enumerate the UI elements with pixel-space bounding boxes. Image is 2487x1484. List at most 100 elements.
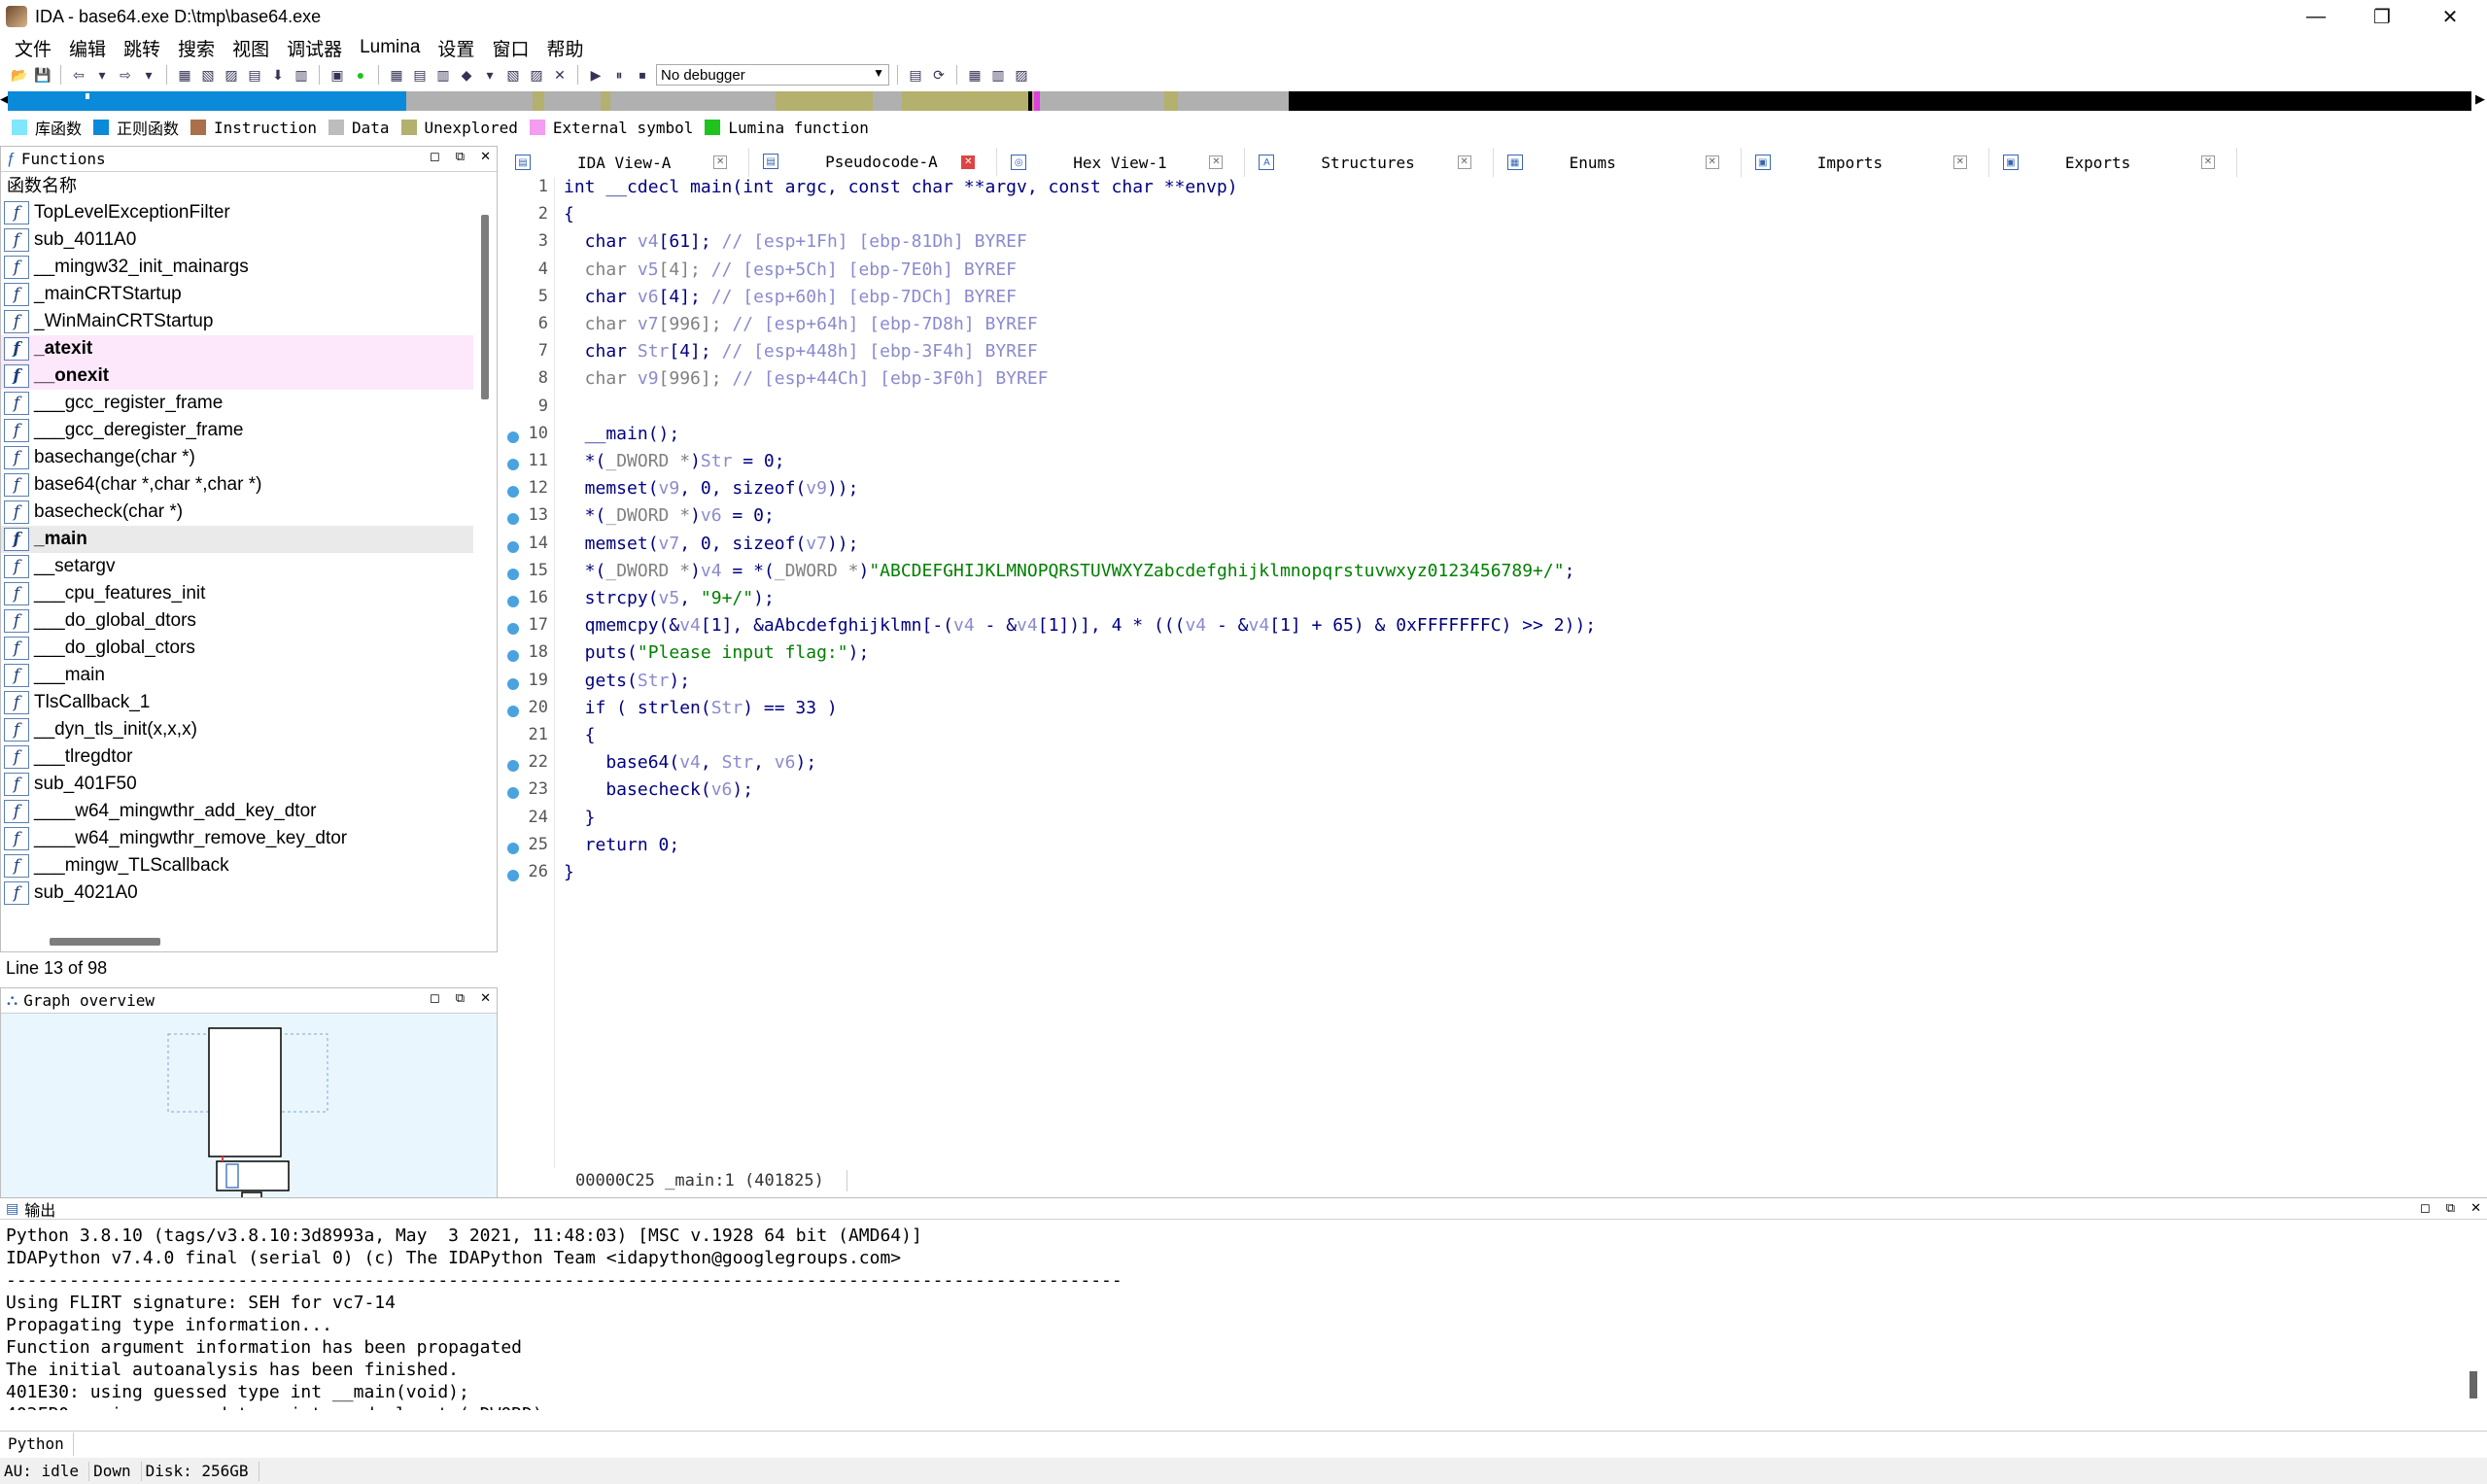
breakpoint-marker-icon[interactable] — [507, 760, 519, 773]
function-list-item[interactable]: f ____w64_mingwthr_add_key_dtor — [1, 798, 473, 825]
jump-down-icon[interactable]: ⬇ — [268, 65, 288, 85]
code-line[interactable]: { — [564, 725, 596, 745]
text-search-icon[interactable]: ▧ — [198, 65, 218, 85]
breakpoint-marker-icon[interactable] — [507, 540, 519, 553]
graph-node[interactable] — [225, 1163, 239, 1189]
function-list-item[interactable]: f ___do_global_ctors — [1, 635, 473, 662]
enum-icon[interactable]: ▥ — [433, 65, 453, 85]
menu-search[interactable]: 搜索 — [169, 35, 224, 61]
pause-icon[interactable]: ⏸ — [609, 65, 629, 85]
immediate-search-icon[interactable]: ▨ — [222, 65, 241, 85]
function-list-item[interactable]: f TopLevelExceptionFilter — [1, 199, 473, 226]
bookmark-icon[interactable]: ▦ — [965, 65, 984, 85]
graph-icon[interactable]: ▣ — [328, 65, 347, 85]
menu-help[interactable]: 帮助 — [537, 35, 592, 61]
panel-close-icon[interactable]: ✕ — [480, 990, 491, 1006]
tab-imports[interactable]: ▣ Imports ✕ — [1741, 148, 1989, 177]
code-line[interactable]: } — [564, 808, 596, 828]
function-list-item[interactable]: f ___main — [1, 662, 473, 689]
code-line[interactable]: char v6[4]; // [esp+60h] [ebp-7DCh] BYRE… — [564, 287, 1017, 307]
breakpoint-marker-icon[interactable] — [507, 513, 519, 526]
dropdown-icon[interactable]: ▾ — [480, 65, 500, 85]
panel-pin-icon[interactable]: ⧉ — [456, 990, 465, 1006]
restore-button[interactable]: ❐ — [2352, 0, 2412, 33]
tab-close-icon[interactable]: ✕ — [2200, 155, 2215, 169]
function-list-item[interactable]: f _mainCRTStartup — [1, 281, 473, 308]
breakpoint-marker-icon[interactable] — [507, 870, 519, 881]
line-number-gutter[interactable]: 1 2 3 4 5 6 7 8 9 10 11 12 13 14 15 16 17 18 19 20 21 22 23 24 2… — [501, 177, 555, 1168]
panel-pin-icon[interactable]: ⧉ — [456, 149, 465, 164]
panel-float-icon[interactable]: ◻ — [430, 149, 440, 164]
close-button[interactable]: ✕ — [2420, 0, 2480, 33]
function-list-item[interactable]: f ___cpu_features_init — [1, 580, 473, 607]
tab-structures[interactable]: A Structures ✕ — [1245, 148, 1494, 177]
code-line[interactable]: memset(v7, 0, sizeof(v7)); — [564, 534, 859, 554]
code-line[interactable]: *(_DWORD *)Str = 0; — [564, 451, 785, 471]
breakpoint-marker-icon[interactable] — [507, 623, 519, 636]
breakpoint-marker-icon[interactable] — [507, 486, 519, 499]
panel-close-icon[interactable]: ✕ — [480, 149, 491, 164]
bytes-icon[interactable]: ▦ — [387, 65, 406, 85]
forward-icon[interactable]: ⇨ — [116, 65, 135, 85]
code-icon[interactable]: ▤ — [245, 65, 264, 85]
output-vertical-scrollbar[interactable] — [2468, 1225, 2479, 1410]
code-line[interactable]: puts("Please input flag:"); — [564, 642, 870, 663]
breakpoint-marker-icon[interactable] — [507, 677, 519, 690]
patch-icon[interactable]: ▧ — [503, 65, 523, 85]
functions-vertical-scrollbar[interactable] — [475, 199, 493, 909]
binary-search-icon[interactable]: ▦ — [175, 65, 194, 85]
function-list-item[interactable]: f sub_4021A0 — [1, 880, 473, 907]
tab-hex-view-1[interactable]: ◎ Hex View-1 ✕ — [997, 148, 1246, 177]
code-line[interactable]: char Str[4]; // [esp+448h] [ebp-3F4h] BY… — [564, 341, 1038, 362]
function-list-item[interactable]: f TlsCallback_1 — [1, 689, 473, 716]
function-list-item[interactable]: f ___mingw_TLScallback — [1, 852, 473, 880]
play-icon[interactable]: ▶ — [586, 65, 605, 85]
function-list-item[interactable]: f ___do_global_dtors — [1, 607, 473, 635]
tab-close-icon[interactable]: ✕ — [1209, 155, 1224, 169]
breakpoint-marker-icon[interactable] — [507, 705, 519, 717]
functions-horizontal-scrollbar[interactable] — [5, 934, 471, 948]
function-list-item[interactable]: f basechange(char *) — [1, 444, 473, 471]
lumina-icon[interactable]: ● — [351, 65, 370, 85]
breakpoint-marker-icon[interactable] — [507, 568, 519, 580]
python-command-input[interactable] — [74, 1432, 2487, 1456]
code-line[interactable]: char v9[996]; // [esp+44Ch] [ebp-3F0h] B… — [564, 368, 1049, 389]
code-line[interactable]: char v4[61]; // [esp+1Fh] [ebp-81Dh] BYR… — [564, 231, 1027, 252]
function-list-item[interactable]: f _atexit — [1, 335, 473, 362]
tab-enums[interactable]: ▦ Enums ✕ — [1493, 148, 1742, 177]
code-line[interactable]: char v7[996]; // [esp+64h] [ebp-7D8h] BY… — [564, 314, 1038, 334]
trace-icon[interactable]: ▤ — [906, 65, 925, 85]
breakpoint-icon[interactable]: ◆ — [457, 65, 476, 85]
graph-overview-canvas[interactable] — [1, 1014, 497, 1198]
function-list-item[interactable]: f ___gcc_register_frame — [1, 390, 473, 417]
tab-close-icon[interactable]: ✕ — [961, 155, 976, 169]
function-list-item[interactable]: f base64(char *,char *,char *) — [1, 471, 473, 499]
back-icon[interactable]: ⇦ — [69, 65, 88, 85]
code-line[interactable]: memset(v9, 0, sizeof(v9)); — [564, 478, 859, 499]
function-name-column-header[interactable]: 函数名称 — [1, 172, 497, 197]
cross-icon[interactable]: ✕ — [550, 65, 570, 85]
cli-language-button[interactable]: Python — [0, 1432, 74, 1456]
panel-close-icon[interactable]: ✕ — [2470, 1200, 2481, 1216]
code-line[interactable]: return 0; — [564, 835, 680, 855]
code-line[interactable]: qmemcpy(&v4[1], &aAbcdefghijklmn[-(v4 - … — [564, 615, 1596, 636]
breakpoint-marker-icon[interactable] — [507, 650, 519, 663]
breakpoint-marker-icon[interactable] — [507, 459, 519, 470]
open-icon[interactable]: 📂 — [10, 65, 29, 85]
code-line[interactable]: int __cdecl main(int argc, const char **… — [564, 177, 1238, 197]
nav-scroll-right-icon[interactable]: ▶ — [2475, 91, 2485, 107]
breakpoint-marker-icon[interactable] — [507, 842, 519, 854]
menu-debugger[interactable]: 调试器 — [278, 35, 351, 61]
panel-pin-icon[interactable]: ⧉ — [2446, 1200, 2455, 1216]
code-line[interactable]: __main(); — [564, 424, 680, 444]
segment-icon[interactable]: ▨ — [527, 65, 546, 85]
function-list-item[interactable]: f __onexit — [1, 362, 473, 390]
code-line[interactable]: gets(Str); — [564, 671, 690, 691]
function-list-item[interactable]: f _main — [1, 526, 473, 553]
code-line[interactable]: *(_DWORD *)v4 = *(_DWORD *)"ABCDEFGHIJKL… — [564, 561, 1575, 581]
breakpoint-marker-icon[interactable] — [507, 431, 519, 443]
menu-lumina[interactable]: Lumina — [351, 37, 429, 58]
tab-ida-view-a[interactable]: ▤ IDA View-A ✕ — [501, 148, 750, 177]
function-list-item[interactable]: f ____w64_mingwthr_remove_key_dtor — [1, 825, 473, 852]
tab-pseudocode-a[interactable]: ▤ Pseudocode-A ✕ — [749, 148, 998, 177]
